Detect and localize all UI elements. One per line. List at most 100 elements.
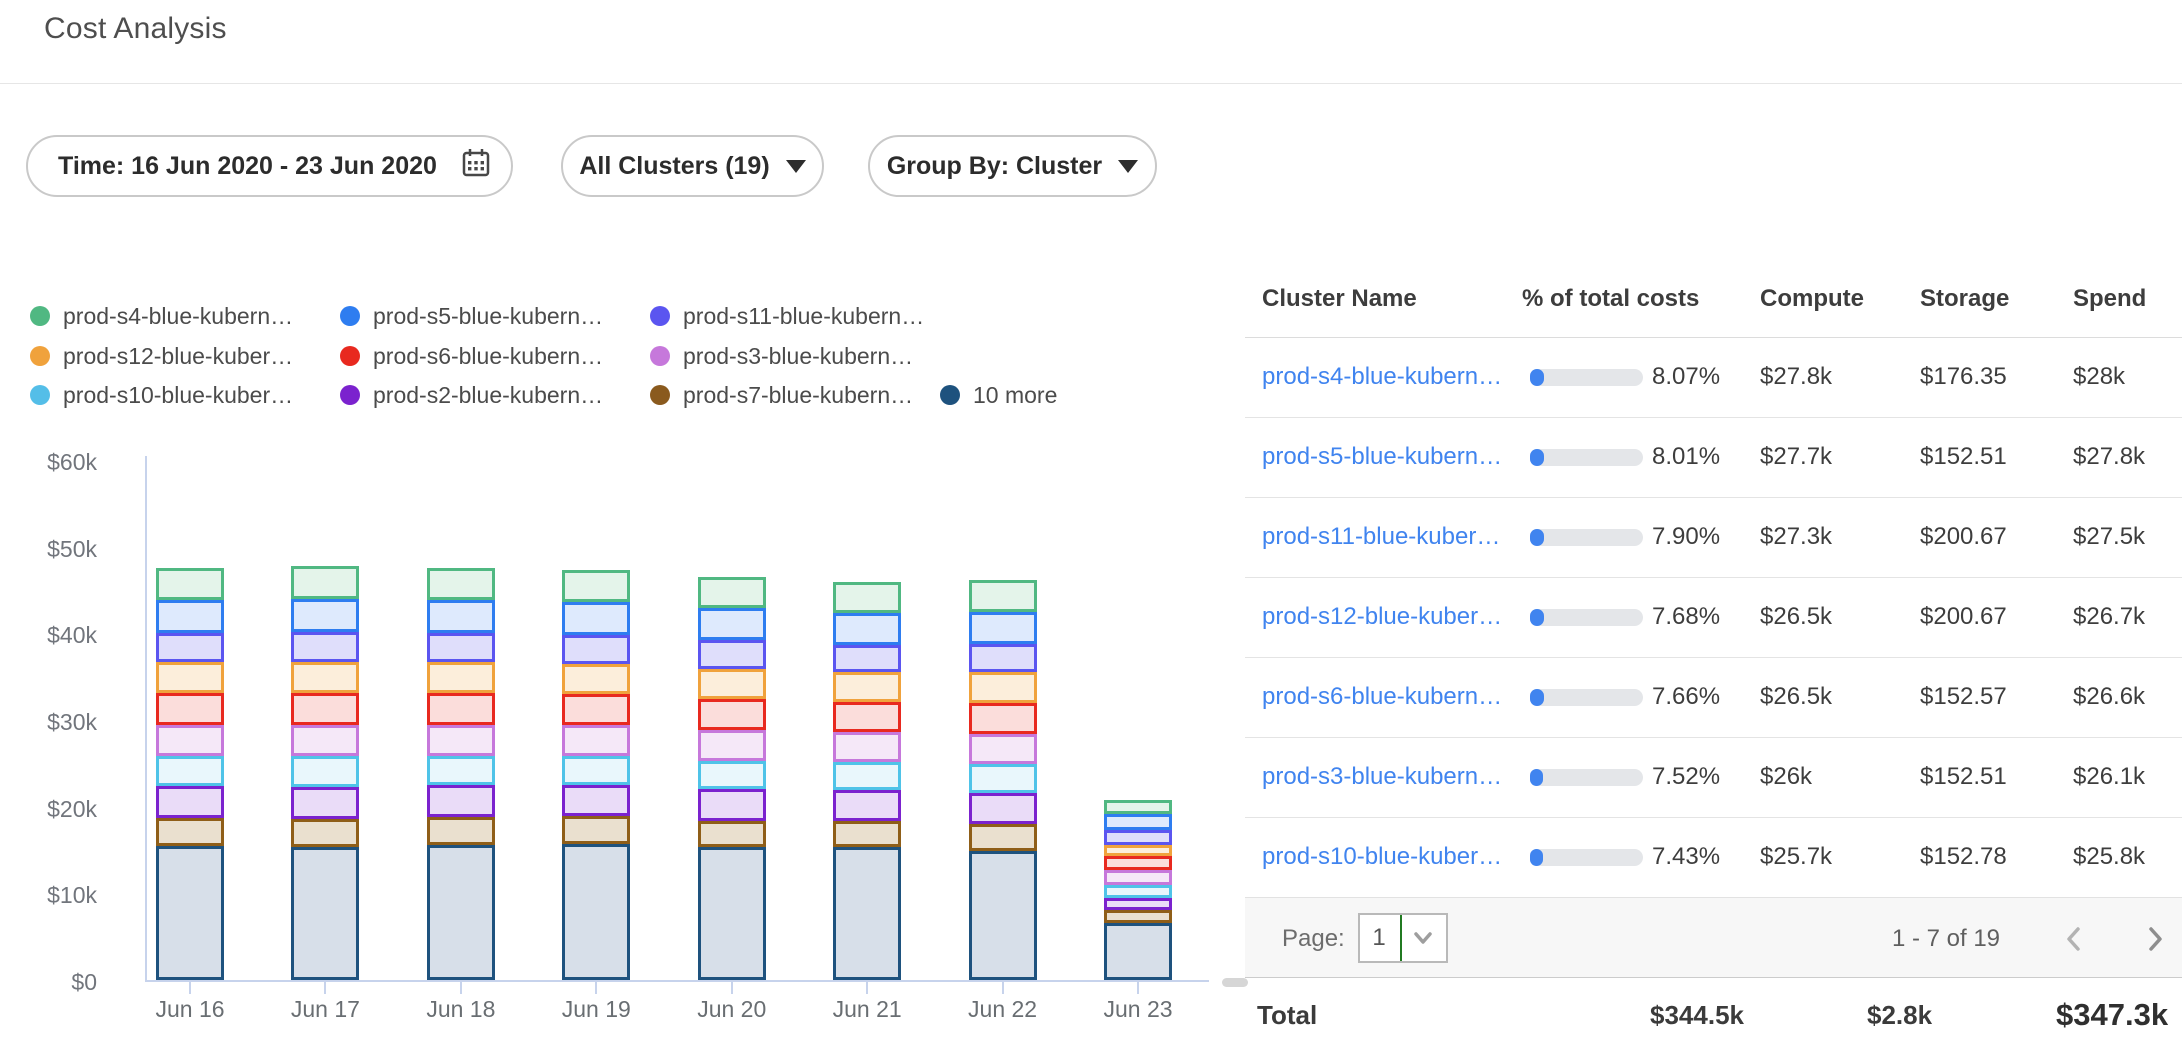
bar-segment[interactable]: [427, 817, 495, 845]
bar-segment[interactable]: [833, 645, 901, 673]
bar-segment[interactable]: [427, 600, 495, 633]
bar-segment[interactable]: [833, 702, 901, 732]
bar-segment[interactable]: [1104, 800, 1172, 814]
bar-segment[interactable]: [1104, 814, 1172, 830]
bar-segment[interactable]: [427, 693, 495, 725]
bar-segment[interactable]: [291, 847, 359, 980]
bar-segment[interactable]: [833, 790, 901, 820]
bar-segment[interactable]: [156, 633, 224, 662]
bar-segment[interactable]: [562, 570, 630, 602]
bar-segment[interactable]: [291, 693, 359, 725]
bar-segment[interactable]: [969, 851, 1037, 980]
bar-segment[interactable]: [156, 725, 224, 756]
bar-segment[interactable]: [156, 600, 224, 633]
bar-segment[interactable]: [562, 816, 630, 844]
bar-segment[interactable]: [969, 612, 1037, 644]
bar-segment[interactable]: [427, 785, 495, 817]
cluster-name-link[interactable]: prod-s3-blue-kubern…: [1262, 737, 1502, 817]
bar-segment[interactable]: [969, 764, 1037, 793]
clusters-filter-dropdown[interactable]: All Clusters (19): [561, 135, 824, 197]
bar-segment[interactable]: [969, 734, 1037, 764]
bar-segment[interactable]: [427, 845, 495, 980]
bar-segment[interactable]: [833, 821, 901, 848]
bar-segment[interactable]: [1104, 870, 1172, 885]
bar-segment[interactable]: [562, 602, 630, 635]
bar-segment[interactable]: [427, 568, 495, 600]
bar-segment[interactable]: [969, 644, 1037, 673]
bar-segment[interactable]: [156, 846, 224, 980]
legend-item[interactable]: prod-s7-blue-kubern…: [650, 382, 913, 408]
bar-segment[interactable]: [833, 613, 901, 645]
bar-segment[interactable]: [291, 599, 359, 633]
bar-segment[interactable]: [833, 672, 901, 701]
bar-segment[interactable]: [698, 577, 766, 608]
page-select[interactable]: 1: [1358, 913, 1448, 963]
legend-item[interactable]: prod-s4-blue-kubern…: [30, 303, 293, 329]
cluster-name-link[interactable]: prod-s6-blue-kubern…: [1262, 657, 1502, 737]
bar-segment[interactable]: [291, 566, 359, 599]
bar-segment[interactable]: [698, 847, 766, 980]
cluster-name-link[interactable]: prod-s4-blue-kubern…: [1262, 337, 1502, 417]
legend-item[interactable]: prod-s2-blue-kubern…: [340, 382, 603, 408]
bar-segment[interactable]: [833, 847, 901, 980]
bar-segment[interactable]: [833, 582, 901, 612]
cluster-name-link[interactable]: prod-s12-blue-kuber…: [1262, 577, 1502, 657]
bar-segment[interactable]: [291, 756, 359, 786]
cluster-name-link[interactable]: prod-s5-blue-kubern…: [1262, 417, 1502, 497]
bar-segment[interactable]: [156, 756, 224, 785]
legend-item[interactable]: prod-s3-blue-kubern…: [650, 343, 913, 369]
bar-segment[interactable]: [427, 662, 495, 693]
bar-segment[interactable]: [291, 725, 359, 756]
bar-segment[interactable]: [156, 818, 224, 846]
legend-item[interactable]: prod-s12-blue-kuber…: [30, 343, 293, 369]
bar-segment[interactable]: [1104, 923, 1172, 980]
bar-segment[interactable]: [427, 725, 495, 755]
bar-segment[interactable]: [562, 844, 630, 980]
bar-segment[interactable]: [291, 787, 359, 819]
cluster-name-link[interactable]: prod-s10-blue-kuber…: [1262, 817, 1502, 897]
legend-item[interactable]: prod-s10-blue-kuber…: [30, 382, 293, 408]
bar-segment[interactable]: [698, 669, 766, 699]
legend-item[interactable]: prod-s5-blue-kubern…: [340, 303, 603, 329]
bar-segment[interactable]: [291, 819, 359, 848]
bar-segment[interactable]: [833, 732, 901, 761]
bar-segment[interactable]: [698, 730, 766, 760]
bar-segment[interactable]: [1104, 856, 1172, 870]
bar-segment[interactable]: [1104, 898, 1172, 910]
cluster-name-link[interactable]: prod-s11-blue-kuber…: [1262, 497, 1500, 577]
bar-segment[interactable]: [1104, 885, 1172, 898]
bar-segment[interactable]: [969, 672, 1037, 702]
legend-item[interactable]: prod-s6-blue-kubern…: [340, 343, 603, 369]
group-by-dropdown[interactable]: Group By: Cluster: [868, 135, 1157, 197]
bar-segment[interactable]: [427, 633, 495, 662]
bar-segment[interactable]: [698, 640, 766, 669]
bar-segment[interactable]: [156, 568, 224, 600]
bar-segment[interactable]: [156, 662, 224, 693]
bar-segment[interactable]: [1104, 910, 1172, 923]
bar-segment[interactable]: [291, 632, 359, 661]
bar-segment[interactable]: [562, 756, 630, 785]
bar-segment[interactable]: [698, 608, 766, 640]
chevron-right-icon[interactable]: [2142, 926, 2168, 952]
legend-item[interactable]: 10 more: [940, 382, 1057, 408]
chevron-left-icon[interactable]: [2061, 926, 2087, 952]
bar-segment[interactable]: [698, 821, 766, 848]
bar-segment[interactable]: [698, 789, 766, 820]
bar-segment[interactable]: [156, 786, 224, 818]
bar-segment[interactable]: [427, 756, 495, 785]
bar-segment[interactable]: [562, 694, 630, 725]
bar-segment[interactable]: [698, 699, 766, 730]
bar-segment[interactable]: [562, 725, 630, 755]
bar-segment[interactable]: [969, 580, 1037, 611]
bar-segment[interactable]: [562, 635, 630, 664]
bar-segment[interactable]: [969, 703, 1037, 734]
legend-item[interactable]: prod-s11-blue-kubern…: [650, 303, 924, 329]
bar-segment[interactable]: [698, 761, 766, 790]
bar-segment[interactable]: [1104, 830, 1172, 845]
bar-segment[interactable]: [156, 693, 224, 725]
bar-segment[interactable]: [969, 824, 1037, 851]
bar-segment[interactable]: [562, 664, 630, 694]
bar-segment[interactable]: [969, 793, 1037, 824]
bar-segment[interactable]: [833, 762, 901, 791]
bar-segment[interactable]: [291, 662, 359, 693]
